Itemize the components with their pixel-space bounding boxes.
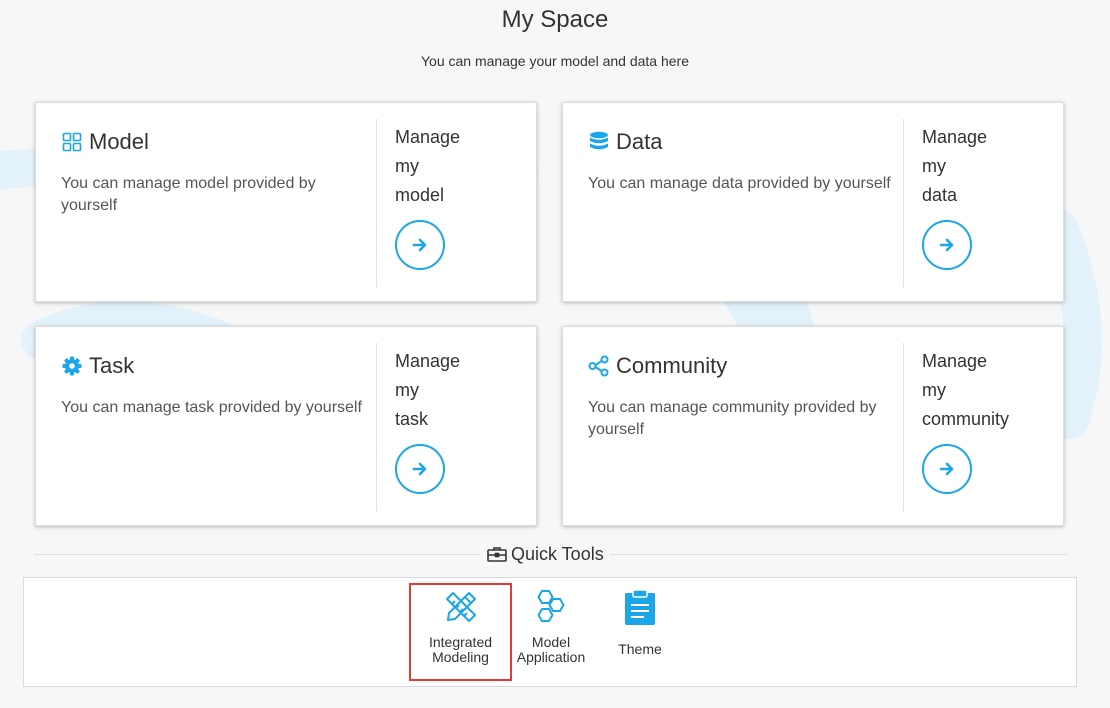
manage-label: task [395, 409, 429, 429]
arrow-right-icon [939, 462, 954, 476]
card-title: Model [89, 129, 149, 154]
card-divider [903, 343, 904, 511]
tool-label: Model Application [516, 634, 586, 665]
integrated-modeling-tool[interactable]: Integrated Modeling [409, 583, 512, 681]
card-divider [376, 119, 377, 287]
card-description: You can manage task provided by yourself [61, 399, 362, 416]
page-subtitle: You can manage your model and data here [420, 53, 689, 69]
share-nodes-icon [588, 355, 610, 377]
task-card: Task You can manage task provided by you… [35, 326, 537, 526]
hexagons-icon [537, 590, 565, 622]
card-description: You can manage data provided by yourself [588, 175, 891, 192]
manage-label: Manage [922, 127, 988, 147]
card-divider [903, 119, 904, 287]
manage-label: Manage [922, 351, 988, 371]
manage-data-button[interactable] [922, 220, 972, 270]
toolbox-icon [487, 547, 507, 562]
model-application-tool[interactable]: Model Application [508, 585, 594, 677]
manage-community-button[interactable] [922, 444, 972, 494]
grid-icon [61, 131, 83, 153]
arrow-right-icon [412, 238, 427, 252]
tool-label: Integrated Modeling [428, 634, 493, 665]
model-card: Model You can manage model provided by y… [35, 102, 537, 302]
pencil-ruler-icon [445, 592, 476, 622]
manage-model-button[interactable] [395, 220, 445, 270]
tool-label: Theme [618, 641, 662, 657]
theme-tool[interactable]: Theme [597, 585, 683, 677]
manage-label: my [395, 156, 419, 176]
card-title: Community [616, 353, 728, 378]
manage-label: community [922, 409, 1010, 429]
card-description: You can manage model provided by yoursel… [61, 175, 316, 214]
manage-label: my [922, 380, 946, 400]
gear-icon [61, 355, 83, 377]
manage-task-button[interactable] [395, 444, 445, 494]
clipboard-icon [625, 589, 655, 625]
arrow-right-icon [939, 238, 954, 252]
quick-tools-header: Quick Tools [34, 543, 1067, 565]
community-card: Community You can manage community provi… [562, 326, 1064, 526]
card-description: You can manage community provided by you… [588, 399, 877, 438]
card-title: Data [616, 129, 663, 154]
card-title: Task [89, 353, 135, 378]
manage-label: model [395, 185, 445, 205]
manage-label: data [922, 185, 958, 205]
manage-label: Manage [395, 127, 461, 147]
manage-label: Manage [395, 351, 461, 371]
arrow-right-icon [412, 462, 427, 476]
manage-label: my [922, 156, 946, 176]
quick-tools-label: Quick Tools [511, 543, 604, 564]
quick-tools-panel: Integrated Modeling Model Application Th… [23, 577, 1077, 687]
card-divider [376, 343, 377, 511]
page-title: My Space [501, 6, 609, 33]
data-card: Data You can manage data provided by you… [562, 102, 1064, 302]
database-icon [588, 131, 610, 153]
manage-label: my [395, 380, 419, 400]
